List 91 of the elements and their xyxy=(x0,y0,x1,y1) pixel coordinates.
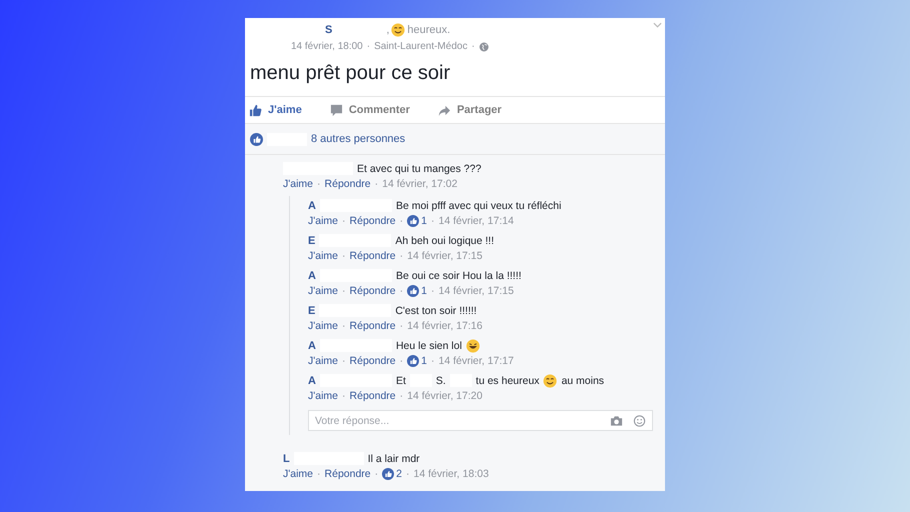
globe-icon xyxy=(478,42,489,52)
like-link[interactable]: J'aime xyxy=(308,215,338,227)
author-initial[interactable]: A xyxy=(308,200,316,212)
comment-time: 14 février, 17:14 xyxy=(438,215,514,227)
reply-link[interactable]: Répondre xyxy=(350,355,396,367)
reaction-count: 1 xyxy=(421,355,427,367)
comment-time: 14 février, 17:20 xyxy=(407,390,482,402)
reply-link[interactable]: Répondre xyxy=(350,250,396,262)
separator-dot: · xyxy=(430,285,434,297)
separator-dot: · xyxy=(400,285,404,297)
like-link[interactable]: J'aime xyxy=(283,468,314,480)
comment-time: 14 février, 17:02 xyxy=(382,178,458,190)
like-reaction-icon xyxy=(407,285,420,297)
comma-text: , xyxy=(386,24,390,36)
author-initial[interactable]: A xyxy=(308,270,316,282)
post-text: menu prêt pour ce soir xyxy=(249,61,452,86)
separator-dot: · xyxy=(374,178,378,190)
like-reaction-icon xyxy=(407,215,420,227)
comment-text: Ah beh oui logique !!! xyxy=(395,234,494,246)
separator-dot: · xyxy=(342,355,346,367)
comment-time: 14 février, 17:17 xyxy=(438,355,514,367)
reaction-count: 1 xyxy=(421,215,427,227)
comment-time: 14 février, 17:15 xyxy=(438,285,514,297)
comment-text: tu es heureux xyxy=(476,374,540,386)
feeling-text: heureux. xyxy=(407,24,450,36)
separator-dot: · xyxy=(366,41,370,52)
separator-dot: · xyxy=(400,250,404,262)
emoji-icon[interactable] xyxy=(633,414,646,426)
separator-dot: · xyxy=(430,215,434,227)
separator-dot: · xyxy=(400,390,404,402)
comment-text: au moins xyxy=(561,374,604,386)
reply-link[interactable]: Répondre xyxy=(350,320,396,332)
author-initial[interactable]: A xyxy=(308,340,316,352)
comment-time: 14 février, 17:15 xyxy=(407,250,482,262)
comment-text: Be moi pfff avec qui veux tu réfléchi xyxy=(396,200,562,212)
thumbs-up-icon xyxy=(249,104,262,116)
like-link[interactable]: J'aime xyxy=(308,285,338,297)
chevron-down-icon[interactable] xyxy=(653,22,662,28)
like-link[interactable]: J'aime xyxy=(283,178,314,190)
author-initial[interactable]: E xyxy=(308,304,316,316)
laughing-emoji-icon xyxy=(466,338,480,352)
separator-dot: · xyxy=(400,215,404,227)
separator-dot: · xyxy=(471,41,475,52)
author-initial[interactable]: A xyxy=(308,374,316,386)
comment-text: Be oui ce soir Hou la la !!!!! xyxy=(396,270,522,282)
like-reaction-icon xyxy=(382,468,394,480)
separator-dot: · xyxy=(317,468,321,480)
likes-link[interactable]: 8 autres personnes xyxy=(311,133,406,145)
separator-dot: · xyxy=(400,355,404,367)
comment-text: Et xyxy=(396,374,406,386)
like-link[interactable]: J'aime xyxy=(308,355,338,367)
reaction-count: 1 xyxy=(421,285,427,297)
like-link[interactable]: J'aime xyxy=(308,390,338,402)
separator-dot: · xyxy=(317,178,321,190)
like-link[interactable]: J'aime xyxy=(308,250,338,262)
separator-dot: · xyxy=(406,468,410,480)
separator-dot: · xyxy=(430,355,434,367)
like-link[interactable]: J'aime xyxy=(308,320,338,332)
like-reaction-icon xyxy=(407,355,420,367)
share-arrow-icon xyxy=(438,104,451,116)
author-initial[interactable]: S xyxy=(325,24,332,36)
comment-time: 14 février, 17:16 xyxy=(407,320,482,332)
separator-dot: · xyxy=(342,320,346,332)
reply-link[interactable]: Répondre xyxy=(324,468,371,480)
comment-text: Il a lair mdr xyxy=(368,452,420,464)
speech-bubble-icon xyxy=(330,104,343,116)
separator-dot: · xyxy=(342,390,346,402)
reaction-count: 2 xyxy=(396,468,402,480)
separator-dot: · xyxy=(342,215,346,227)
like-button[interactable]: J'aime xyxy=(249,104,302,116)
share-button[interactable]: Partager xyxy=(438,104,502,116)
smiling-emoji-icon xyxy=(391,23,406,37)
comment-time: 14 février, 18:03 xyxy=(413,468,489,480)
reply-link[interactable]: Répondre xyxy=(350,285,396,297)
smiling-emoji-icon xyxy=(543,374,558,388)
separator-dot: · xyxy=(400,320,404,332)
comment-button[interactable]: Commenter xyxy=(330,104,410,116)
separator-dot: · xyxy=(342,250,346,262)
reply-link[interactable]: Répondre xyxy=(350,215,396,227)
author-initial[interactable]: L xyxy=(283,452,290,464)
separator-dot: · xyxy=(374,468,378,480)
comment-text: C'est ton soir !!!!!! xyxy=(395,304,477,316)
reply-link[interactable]: Répondre xyxy=(350,390,396,402)
separator-dot: · xyxy=(342,285,346,297)
comment-text: Et avec qui tu manges ??? xyxy=(357,162,482,174)
author-initial[interactable]: E xyxy=(308,234,316,246)
like-reaction-icon xyxy=(250,132,263,146)
comment-text: Heu le sien lol xyxy=(396,340,462,352)
camera-icon[interactable] xyxy=(610,414,623,426)
reply-link[interactable]: Répondre xyxy=(324,178,371,190)
comment-text: S. xyxy=(436,374,446,386)
